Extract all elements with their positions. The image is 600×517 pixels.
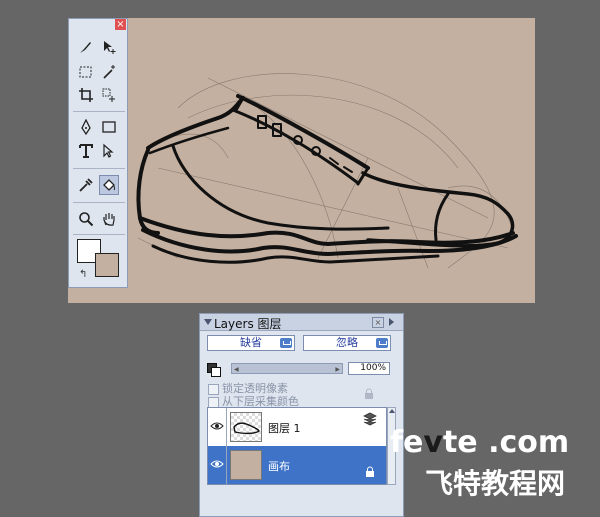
toolbox-panel: × ↰	[68, 18, 128, 288]
lock-icon	[365, 388, 373, 399]
crop-icon[interactable]	[76, 85, 96, 105]
paint-bucket-icon[interactable]	[99, 175, 119, 195]
opacity-icon	[207, 363, 221, 377]
layer-thumbnail	[230, 412, 262, 442]
slider-left-arrow[interactable]: ◀	[234, 366, 239, 373]
layers-panel-titlebar: Layers 图层 ×	[200, 314, 403, 331]
background-color-swatch[interactable]	[95, 253, 119, 277]
blend-mode-value: 缺省	[240, 336, 262, 349]
eye-icon[interactable]	[210, 421, 224, 431]
sample-below-checkbox[interactable]: 从下层采集颜色	[208, 393, 299, 408]
scroll-up-arrow-icon[interactable]	[389, 409, 395, 413]
zoom-icon[interactable]	[76, 209, 96, 229]
layer-list: 图层 1 画布	[207, 407, 387, 485]
opacity-slider[interactable]: ◀ ▶	[231, 363, 343, 374]
direct-select-icon[interactable]	[99, 141, 119, 161]
ignore-dropdown[interactable]: 忽略	[303, 335, 391, 351]
rect-select-icon[interactable]	[76, 62, 96, 82]
eye-icon[interactable]	[210, 459, 224, 469]
slider-right-arrow[interactable]: ▶	[335, 366, 340, 373]
watermark-site: fevte .com	[390, 425, 569, 460]
layer-name: 图层 1	[268, 422, 301, 435]
layer-name: 画布	[268, 460, 290, 473]
toolbox-close-button[interactable]: ×	[115, 19, 126, 30]
layers-panel: Layers 图层 × 缺省 忽略 ◀ ▶ 100% 锁定透明像素 从下层采集颜…	[199, 313, 404, 517]
drawing-canvas[interactable]	[68, 18, 535, 303]
brush-icon[interactable]	[76, 37, 96, 57]
watermark-part-3: te .com	[442, 425, 570, 460]
layers-panel-title: Layers 图层	[214, 317, 282, 331]
lock-transparency-checkbox[interactable]: 锁定透明像素	[208, 380, 288, 395]
eyedropper-icon[interactable]	[76, 175, 96, 195]
ignore-value: 忽略	[336, 336, 358, 349]
hand-icon[interactable]	[99, 209, 119, 229]
rectangle-shape-icon[interactable]	[99, 117, 119, 137]
toolbox-divider	[73, 202, 125, 203]
row-divider	[226, 446, 227, 484]
toolbox-divider	[73, 168, 125, 169]
swap-colors-icon[interactable]: ↰	[79, 269, 87, 280]
watermark-part-2: v	[423, 425, 443, 460]
chevron-down-icon	[280, 338, 292, 348]
opacity-field[interactable]: 100%	[348, 362, 390, 375]
layer-row-selected[interactable]: 画布	[208, 446, 386, 484]
collapse-triangle-icon[interactable]	[204, 319, 212, 325]
pen-icon[interactable]	[76, 117, 96, 137]
shoe-sketch	[136, 73, 518, 269]
close-icon[interactable]: ×	[372, 317, 384, 328]
chevron-down-icon	[376, 338, 388, 348]
layer-stack-icon	[363, 412, 377, 426]
toolbox-divider	[73, 111, 125, 112]
panel-menu-arrow-icon[interactable]	[389, 318, 394, 326]
transform-icon[interactable]	[99, 85, 119, 105]
move-icon[interactable]	[99, 37, 119, 57]
blend-mode-dropdown[interactable]: 缺省	[207, 335, 295, 351]
toolbox-divider	[73, 234, 125, 235]
watermark-part-1: fe	[390, 425, 424, 460]
layer-row[interactable]: 图层 1	[208, 408, 386, 446]
text-icon[interactable]	[76, 141, 96, 161]
checkbox-box	[208, 396, 219, 408]
lock-icon	[366, 466, 374, 477]
row-divider	[226, 408, 227, 446]
magic-wand-icon[interactable]	[99, 62, 119, 82]
watermark-name: 飞特教程网	[425, 467, 566, 500]
layer-thumbnail	[230, 450, 262, 480]
